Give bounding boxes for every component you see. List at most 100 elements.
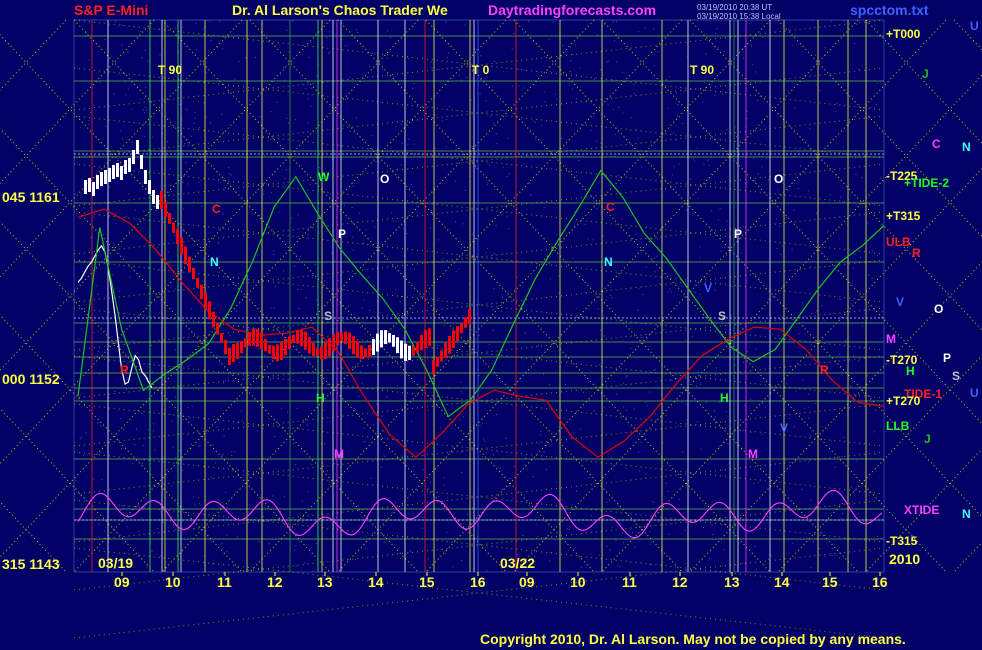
site-url[interactable]: Daytradingforecasts.com — [488, 2, 656, 18]
date-label: 03/19 — [98, 555, 133, 571]
gann-line — [73, 403, 885, 495]
x-tick-label: 14 — [774, 574, 790, 590]
planet-label: P — [943, 351, 951, 365]
chart-letter: C — [212, 202, 221, 216]
copyright-notice: Copyright 2010, Dr. Al Larson. May not b… — [480, 631, 906, 647]
price-bar — [204, 292, 207, 310]
price-bar — [296, 330, 299, 344]
price-bar — [268, 345, 271, 354]
chart-letter: V — [704, 281, 712, 295]
price-bar — [128, 158, 131, 172]
x-tick-label: 12 — [267, 574, 283, 590]
price-bar — [404, 343, 407, 362]
chart-letter: V — [780, 421, 788, 435]
price-bar — [220, 333, 223, 343]
chart-letter: W — [318, 170, 330, 184]
price-bar — [84, 180, 87, 194]
gann-line — [0, 19, 155, 185]
chart-letter: P — [734, 227, 742, 241]
price-bar — [364, 348, 367, 358]
gann-line — [0, 19, 419, 465]
price-bar — [132, 150, 135, 164]
x-tick-label: 09 — [519, 574, 535, 590]
price-bar — [464, 317, 467, 328]
price-bar — [324, 342, 327, 360]
planet-label: N — [962, 507, 971, 521]
y-label-bottom: 315 1143 — [2, 556, 60, 572]
gann-line — [953, 541, 982, 573]
price-bar — [384, 330, 387, 345]
right-label: +T000 — [886, 27, 921, 41]
planet-label: U — [970, 19, 979, 33]
price-bar — [172, 222, 175, 233]
chart-letter: O — [774, 172, 783, 186]
planet-label: U — [970, 386, 979, 400]
timestamp-ut: 03/19/2010 20:38 UT — [697, 3, 773, 12]
price-bar — [408, 345, 411, 361]
y-label-mid: 000 1152 — [2, 371, 60, 387]
price-bar — [424, 329, 427, 348]
price-bar — [252, 328, 255, 346]
price-bar — [148, 180, 151, 194]
planet-label: N — [962, 140, 971, 154]
price-bar — [160, 191, 163, 209]
chart-symbol: S&P E-Mini — [74, 2, 149, 18]
price-bar — [316, 348, 319, 357]
gann-line — [73, 115, 885, 207]
price-bar — [392, 334, 395, 347]
price-bar — [428, 328, 431, 346]
starfield — [74, 19, 884, 573]
price-bar — [164, 201, 167, 217]
price-bar — [396, 337, 399, 354]
series-line — [77, 169, 885, 418]
price-bar — [180, 237, 183, 255]
right-label: XTIDE — [904, 503, 939, 517]
price-bar — [416, 341, 419, 353]
gann-line — [73, 403, 885, 495]
chart-letter: R — [120, 363, 129, 377]
price-bar — [412, 346, 415, 356]
series-line — [77, 208, 885, 459]
chart-letter: N — [604, 255, 613, 269]
price-bar — [176, 229, 179, 245]
price-bar — [380, 330, 383, 348]
price-bar — [136, 140, 139, 154]
price-bar — [228, 347, 231, 366]
price-bar — [248, 331, 251, 346]
chart-letter: C — [606, 200, 615, 214]
price-bar — [352, 336, 355, 355]
planet-label: H — [906, 364, 915, 378]
y-label-top: 045 1161 — [2, 189, 60, 205]
right-label: +TIDE-2 — [904, 176, 949, 190]
time-marker: T 0 — [472, 63, 490, 77]
price-bar — [168, 212, 171, 224]
x-tick-label: 13 — [317, 574, 333, 590]
price-bar — [224, 340, 227, 355]
gann-line — [953, 19, 982, 51]
right-label: -T315 — [886, 534, 918, 548]
price-bar — [188, 256, 191, 273]
price-bar — [460, 322, 463, 334]
price-bar — [372, 339, 375, 356]
price-bar — [292, 334, 295, 344]
chart-letter: M — [334, 447, 344, 461]
gann-line — [777, 19, 982, 238]
gann-line — [73, 211, 885, 303]
price-bar — [468, 309, 471, 325]
price-bar — [336, 332, 339, 346]
gann-line — [865, 448, 982, 573]
price-bar — [272, 345, 275, 360]
right-label: LLB — [886, 419, 910, 433]
x-tick-label: 16 — [470, 574, 486, 590]
gann-line — [73, 451, 885, 543]
price-bar — [340, 332, 343, 342]
price-bar — [312, 342, 315, 356]
price-bar — [200, 284, 203, 300]
gann-line — [73, 451, 885, 543]
price-bar — [304, 331, 307, 350]
chart-letter: H — [720, 391, 729, 405]
price-bar — [440, 350, 443, 362]
x-tick-label: 09 — [114, 574, 130, 590]
planet-label: J — [924, 432, 931, 446]
chart-letter: N — [210, 255, 219, 269]
